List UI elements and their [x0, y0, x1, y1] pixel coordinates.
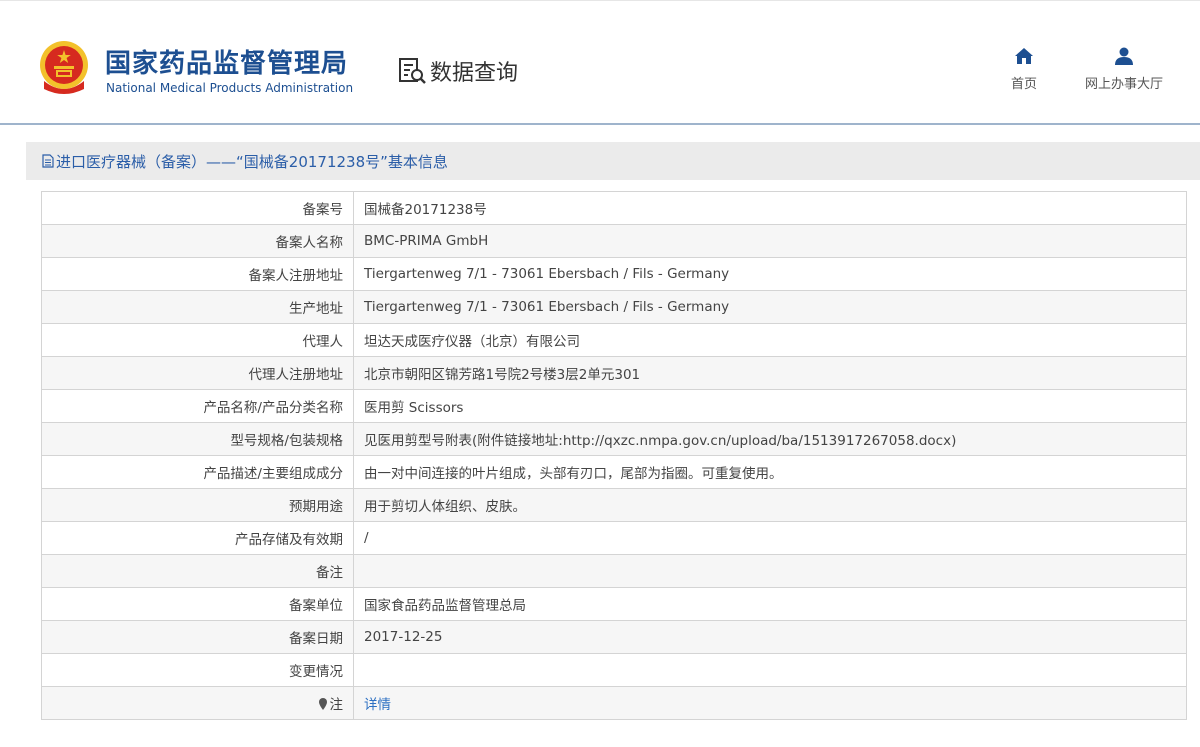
row-value: 2017-12-25 — [353, 620, 1187, 654]
details-link[interactable]: 详情 — [364, 697, 391, 713]
table-row: 备案单位 国家食品药品监督管理总局 — [41, 587, 1187, 621]
row-value: Tiergartenweg 7/1 - 73061 Ebersbach / Fi… — [353, 290, 1187, 324]
row-label: 生产地址 — [41, 290, 354, 324]
row-value — [353, 653, 1187, 687]
site-header: 国家药品监督管理局 National Medical Products Admi… — [0, 0, 1200, 124]
header-divider — [0, 123, 1200, 125]
row-label: 预期用途 — [41, 488, 354, 522]
info-table: 备案号 国械备20171238号 备案人名称 BMC-PRIMA GmbH 备案人注册地… — [41, 191, 1187, 720]
table-row: 代理人注册地址 北京市朝阳区锦芳路1号院2号楼3层2单元301 — [41, 356, 1187, 390]
nav-home-label: 首页 — [1010, 77, 1037, 92]
row-value: 见医用剪型号附表(附件链接地址:http://qxzc.nmpa.gov.cn/… — [353, 422, 1187, 456]
table-row: 备案人名称 BMC-PRIMA GmbH — [41, 224, 1187, 258]
row-value: 医用剪 Scissors — [353, 389, 1187, 423]
document-search-icon — [399, 58, 426, 84]
home-icon — [1015, 48, 1033, 64]
pin-icon — [318, 698, 327, 710]
row-label: 备案人名称 — [41, 224, 354, 258]
row-label: 代理人 — [41, 323, 354, 357]
row-value: 北京市朝阳区锦芳路1号院2号楼3层2单元301 — [353, 356, 1187, 390]
row-label: 变更情况 — [41, 653, 354, 687]
row-label: 产品存储及有效期 — [41, 521, 354, 555]
row-label: 代理人注册地址 — [41, 356, 354, 390]
row-value: Tiergartenweg 7/1 - 73061 Ebersbach / Fi… — [353, 257, 1187, 291]
table-row: 备案日期 2017-12-25 — [41, 620, 1187, 654]
row-value: 用于剪切人体组织、皮肤。 — [353, 488, 1187, 522]
row-label: 注 — [41, 686, 354, 720]
table-row: 生产地址 Tiergartenweg 7/1 - 73061 Ebersbach … — [41, 290, 1187, 324]
nav-online-service-hall-label: 网上办事大厅 — [1084, 77, 1163, 92]
row-label: 产品描述/主要组成成分 — [41, 455, 354, 489]
table-row: 型号规格/包装规格 见医用剪型号附表(附件链接地址:http://qxzc.nmp… — [41, 422, 1187, 456]
table-row: 产品存储及有效期 / — [41, 521, 1187, 555]
row-label: 备案单位 — [41, 587, 354, 621]
data-query-label: 数据查询 — [430, 61, 519, 86]
row-value: / — [353, 521, 1187, 555]
document-icon — [42, 154, 54, 168]
org-name-en: National Medical Products Administration — [106, 81, 354, 95]
panel-title: 进口医疗器械（备案）——“国械备20171238号”基本信息 — [56, 152, 448, 171]
org-name-cn: 国家药品监督管理局 — [105, 49, 349, 79]
table-row: 备案人注册地址 Tiergartenweg 7/1 - 73061 Ebersba… — [41, 257, 1187, 291]
row-value: 国家食品药品监督管理总局 — [353, 587, 1187, 621]
user-icon — [1115, 47, 1133, 65]
table-row: 变更情况 — [41, 653, 1187, 687]
row-label: 备案号 — [41, 191, 354, 225]
row-label: 备注 — [41, 554, 354, 588]
row-value: 详情 — [353, 686, 1187, 720]
row-label: 型号规格/包装规格 — [41, 422, 354, 456]
row-label: 备案人注册地址 — [41, 257, 354, 291]
row-value: 国械备20171238号 — [353, 191, 1187, 225]
note-label: 注 — [329, 697, 344, 713]
national-emblem-icon — [40, 41, 88, 94]
row-label: 备案日期 — [41, 620, 354, 654]
row-label: 产品名称/产品分类名称 — [41, 389, 354, 423]
nav-home[interactable]: 首页 — [1004, 47, 1044, 92]
nav-online-service-hall[interactable]: 网上办事大厅 — [1076, 47, 1172, 92]
row-value: 坦达天成医疗仪器（北京）有限公司 — [353, 323, 1187, 357]
data-query-title: 数据查询 — [398, 55, 518, 87]
table-row: 代理人 坦达天成医疗仪器（北京）有限公司 — [41, 323, 1187, 357]
table-row: 预期用途 用于剪切人体组织、皮肤。 — [41, 488, 1187, 522]
table-row: 备注 — [41, 554, 1187, 588]
row-value — [353, 554, 1187, 588]
row-value: BMC-PRIMA GmbH — [353, 224, 1187, 258]
panel-header: 进口医疗器械（备案）——“国械备20171238号”基本信息 — [26, 142, 1200, 180]
table-row: 产品名称/产品分类名称 医用剪 Scissors — [41, 389, 1187, 423]
table-row: 注 详情 — [41, 686, 1187, 720]
row-value: 由一对中间连接的叶片组成，头部有刃口，尾部为指圈。可重复使用。 — [353, 455, 1187, 489]
table-row: 备案号 国械备20171238号 — [41, 191, 1187, 225]
table-row: 产品描述/主要组成成分 由一对中间连接的叶片组成，头部有刃口，尾部为指圈。可重复使… — [41, 455, 1187, 489]
